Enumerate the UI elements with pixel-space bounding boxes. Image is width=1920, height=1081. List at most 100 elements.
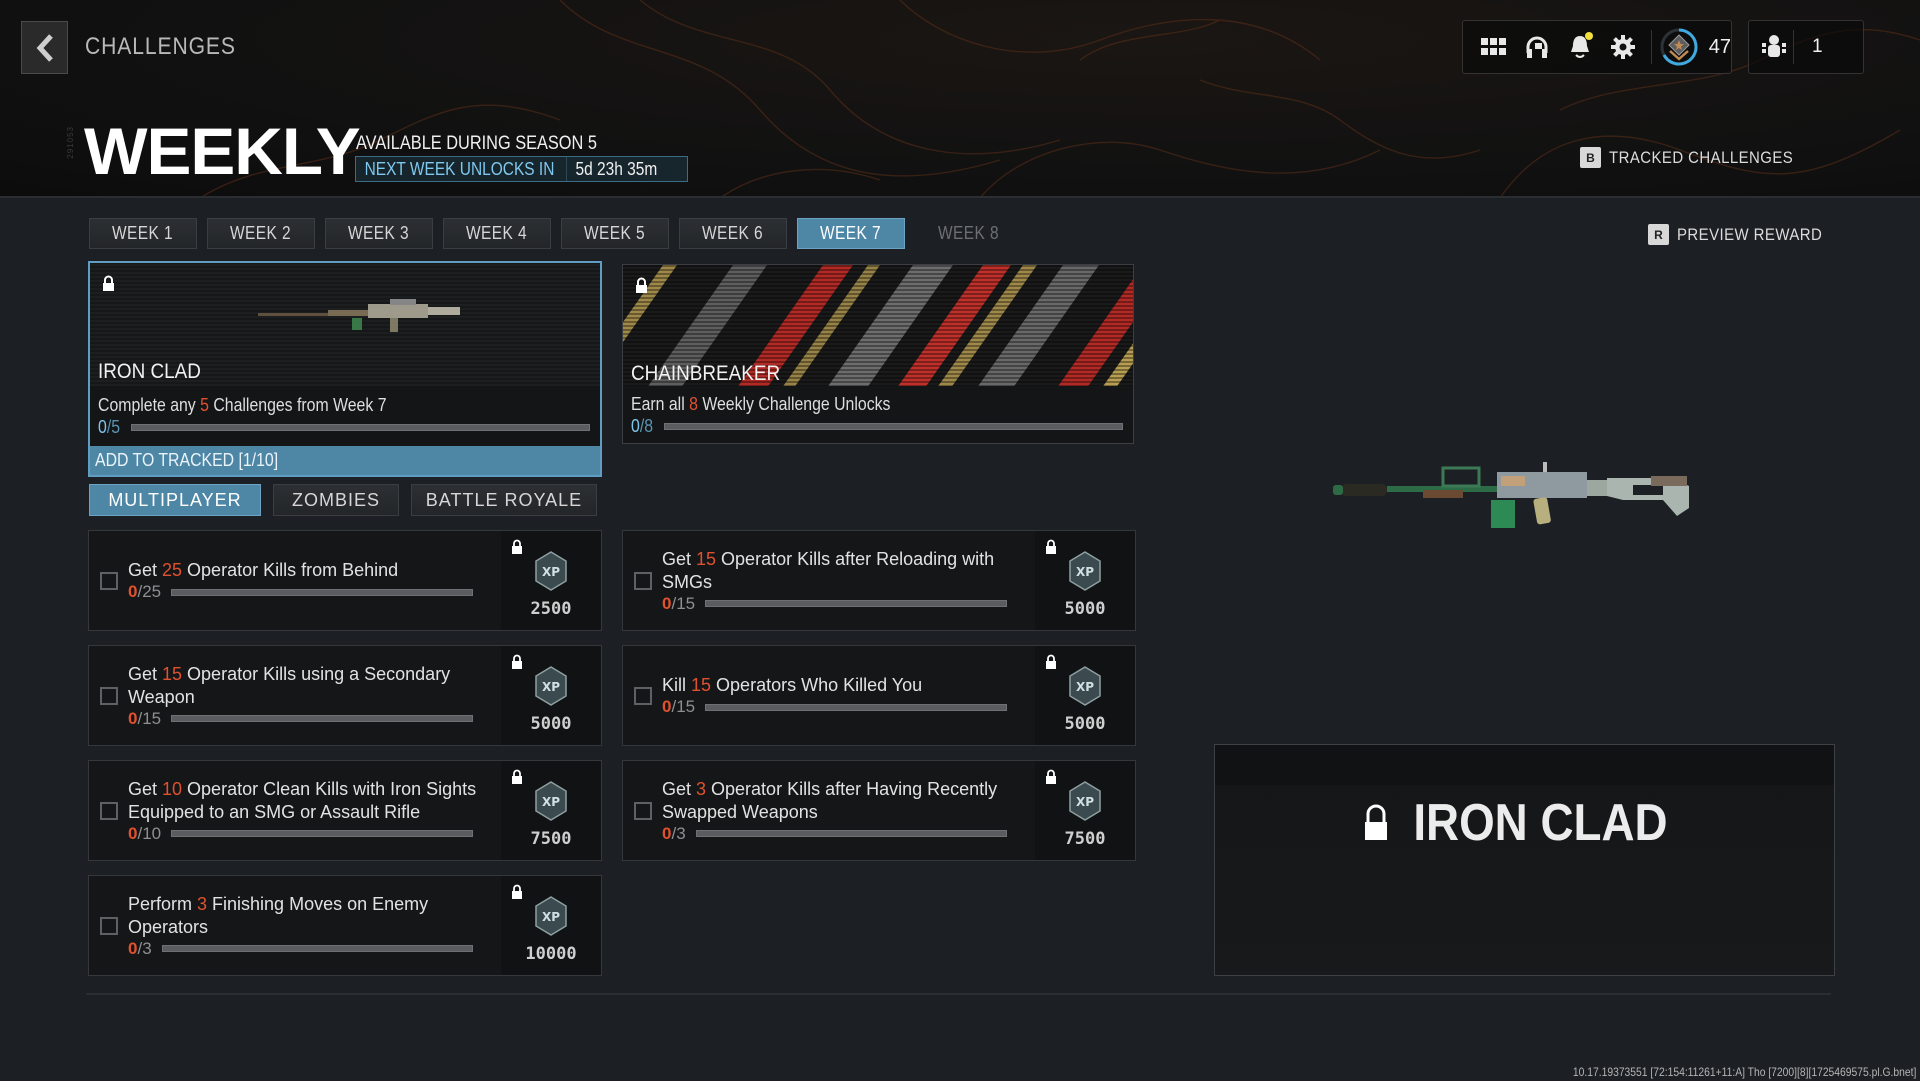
track-checkbox[interactable] (634, 687, 652, 705)
challenge-target: 3 (696, 778, 707, 799)
challenge-text-part: Operator Kills from Behind (182, 560, 399, 580)
challenge-item[interactable]: Perform 3 Finishing Moves on Enemy Opera… (88, 875, 602, 976)
track-checkbox[interactable] (100, 802, 118, 820)
reward-card-iron-clad[interactable]: IRON CLAD Complete any 5 Challenges from… (88, 261, 602, 477)
reward-card-chainbreaker[interactable]: CHAINBREAKER Earn all 8 Weekly Challenge… (622, 264, 1134, 444)
tab-multiplayer[interactable]: MULTIPLAYER (89, 484, 261, 516)
tab-week-1[interactable]: WEEK 1 (89, 218, 197, 249)
preview-reward-name: IRON CLAD (1413, 794, 1668, 852)
progress-current: 0 (128, 938, 138, 958)
challenge-text-part: Operators Who Killed You (711, 675, 923, 695)
rank-badge-icon (1660, 28, 1698, 66)
challenge-progress: 0/25 (128, 582, 473, 602)
key-b-icon: B (1580, 147, 1601, 168)
xp-reward-value: 5000 (530, 714, 572, 734)
track-checkbox[interactable] (634, 802, 652, 820)
tab-week-3[interactable]: WEEK 3 (325, 218, 433, 249)
tab-zombies[interactable]: ZOMBIES (273, 484, 399, 516)
add-to-tracked-button[interactable]: ADD TO TRACKED [1/10] (90, 446, 600, 475)
grid-menu-button[interactable] (1473, 27, 1516, 67)
progress-current: 0 (631, 416, 640, 436)
progress-bar (171, 830, 473, 837)
xp-badge-text: XP (542, 680, 560, 694)
tab-label: WEEK 4 (466, 223, 528, 243)
tab-week-8[interactable]: WEEK 8 (915, 218, 1023, 249)
track-checkbox[interactable] (634, 572, 652, 590)
settings-button[interactable] (1602, 27, 1645, 67)
xp-badge-icon: XP (535, 551, 567, 591)
party-widget[interactable]: 1 (1748, 20, 1864, 74)
challenge-text: Get 3 Operator Kills after Having Recent… (662, 778, 1042, 824)
tab-week-4[interactable]: WEEK 4 (443, 218, 551, 249)
challenge-item[interactable]: Get 15 Operator Kills using a Secondary … (88, 645, 602, 746)
challenge-reward: XP 7500 (501, 761, 601, 860)
notifications-button[interactable] (1559, 27, 1602, 67)
xp-badge-text: XP (1076, 565, 1094, 579)
tab-week-5[interactable]: WEEK 5 (561, 218, 669, 249)
divider (86, 993, 1831, 995)
progress-bar (705, 703, 1007, 711)
challenge-text-part: Get (128, 560, 163, 580)
notification-dot (1584, 32, 1593, 40)
progress-current: 0 (662, 593, 672, 613)
challenge-item[interactable]: Get 3 Operator Kills after Having Recent… (622, 760, 1136, 861)
progress-count: 0/15 (128, 708, 162, 728)
desc-number: 5 (200, 395, 209, 415)
preview-reward-button[interactable]: R PREVIEW REWARD (1648, 224, 1842, 245)
add-to-tracked-label: ADD TO TRACKED [1/10] (95, 450, 279, 470)
challenge-text-part: Get (662, 548, 697, 569)
desc-text: Weekly Challenge Unlocks (697, 394, 891, 414)
progress-bar (664, 423, 1123, 430)
challenge-item[interactable]: Get 15 Operator Kills after Reloading wi… (622, 530, 1136, 631)
challenge-item[interactable]: Kill 15 Operators Who Killed You 0/15 XP… (622, 645, 1136, 746)
lock-icon (512, 654, 522, 669)
xp-badge-icon: XP (1069, 781, 1101, 821)
challenge-item[interactable]: Get 25 Operator Kills from Behind 0/25 X… (88, 530, 602, 631)
tab-label: WEEK 8 (938, 223, 1000, 243)
party-count: 1 (1812, 36, 1823, 57)
challenge-reward: XP 5000 (1035, 531, 1135, 630)
tracked-challenges-button[interactable]: B TRACKED CHALLENGES (1580, 147, 1818, 168)
challenge-reward: XP 5000 (1035, 646, 1135, 745)
tab-label: WEEK 7 (820, 223, 882, 243)
progress-count: 0/25 (128, 582, 162, 601)
challenge-body: Get 15 Operator Kills after Reloading wi… (662, 531, 1062, 630)
challenge-target: 3 (197, 893, 208, 914)
weapon-preview-icon (1333, 462, 1689, 528)
week-tabs: WEEK 1 WEEK 2 WEEK 3 WEEK 4 WEEK 5 WEEK … (89, 218, 1023, 249)
mode-tabs: MULTIPLAYER ZOMBIES BATTLE ROYALE (89, 484, 597, 516)
reward-preview-panel: IRON CLAD (1214, 744, 1835, 976)
xp-reward-value: 5000 (1064, 714, 1106, 734)
back-button[interactable] (21, 21, 68, 74)
progress-total: 3 (142, 938, 152, 958)
tracked-challenges-label: TRACKED CHALLENGES (1609, 147, 1794, 167)
player-level: 47 (1708, 35, 1731, 58)
rank-button[interactable] (1658, 27, 1701, 67)
lock-icon (1046, 769, 1056, 784)
track-checkbox[interactable] (100, 687, 118, 705)
challenge-progress: 0/15 (662, 697, 1007, 717)
tab-week-7[interactable]: WEEK 7 (797, 218, 905, 249)
header: CHALLENGES 291053 WEEKLY AVAILABLE DURIN… (0, 0, 1920, 198)
progress-bar (161, 945, 473, 952)
challenge-target: 15 (162, 663, 183, 684)
track-checkbox[interactable] (100, 572, 118, 590)
progress-count: 0/5 (98, 417, 121, 437)
challenge-item[interactable]: Get 10 Operator Clean Kills with Iron Si… (88, 760, 602, 861)
challenge-reward: XP 10000 (501, 876, 601, 975)
challenge-target: 10 (162, 778, 183, 799)
tab-week-2[interactable]: WEEK 2 (207, 218, 315, 249)
progress-total: 15 (676, 697, 696, 716)
track-checkbox[interactable] (100, 917, 118, 935)
preview-header-band (1215, 745, 1834, 785)
lock-icon (512, 884, 522, 899)
xp-badge-icon: XP (535, 666, 567, 706)
tab-week-6[interactable]: WEEK 6 (679, 218, 787, 249)
challenge-text-part: Perform (128, 893, 198, 914)
progress-total: 8 (644, 416, 654, 436)
progress-current: 0 (128, 823, 138, 843)
desc-text: Earn all (631, 394, 690, 414)
tab-battle-royale[interactable]: BATTLE ROYALE (411, 484, 597, 516)
progress-current: 0 (662, 697, 672, 716)
social-button[interactable] (1516, 27, 1559, 67)
